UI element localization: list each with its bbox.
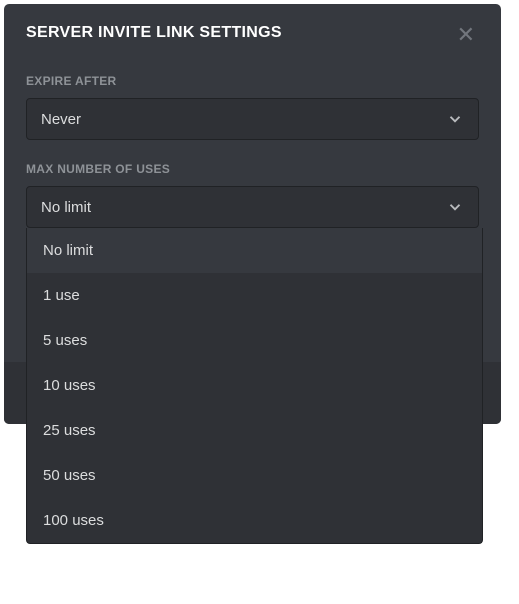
dropdown-option[interactable]: 10 uses (27, 363, 482, 408)
dropdown-option[interactable]: 1 use (27, 273, 482, 318)
dropdown-option[interactable]: 5 uses (27, 318, 482, 363)
invite-settings-modal: SERVER INVITE LINK SETTINGS ✕ EXPIRE AFT… (4, 4, 501, 424)
max-uses-dropdown-menu: No limit 1 use 5 uses 10 uses 25 uses 50… (26, 228, 483, 544)
max-uses-dropdown-container: No limit No limit 1 use 5 uses 10 uses 2… (26, 186, 479, 228)
dropdown-option[interactable]: 25 uses (27, 408, 482, 453)
chevron-down-icon (446, 110, 464, 128)
max-uses-field: MAX NUMBER OF USES No limit No limit 1 u… (26, 162, 479, 228)
expire-after-value: Never (41, 111, 81, 128)
modal-title: SERVER INVITE LINK SETTINGS (26, 24, 282, 42)
modal-header: SERVER INVITE LINK SETTINGS ✕ (26, 24, 479, 46)
dropdown-option[interactable]: 100 uses (27, 498, 482, 543)
expire-after-select[interactable]: Never (26, 98, 479, 140)
max-uses-label: MAX NUMBER OF USES (26, 162, 479, 176)
max-uses-value: No limit (41, 199, 91, 216)
close-icon[interactable]: ✕ (453, 24, 479, 46)
chevron-down-icon (446, 198, 464, 216)
max-uses-select[interactable]: No limit (26, 186, 479, 228)
dropdown-option[interactable]: No limit (27, 228, 482, 273)
dropdown-option[interactable]: 50 uses (27, 453, 482, 498)
expire-after-label: EXPIRE AFTER (26, 74, 479, 88)
expire-after-field: EXPIRE AFTER Never (26, 74, 479, 140)
